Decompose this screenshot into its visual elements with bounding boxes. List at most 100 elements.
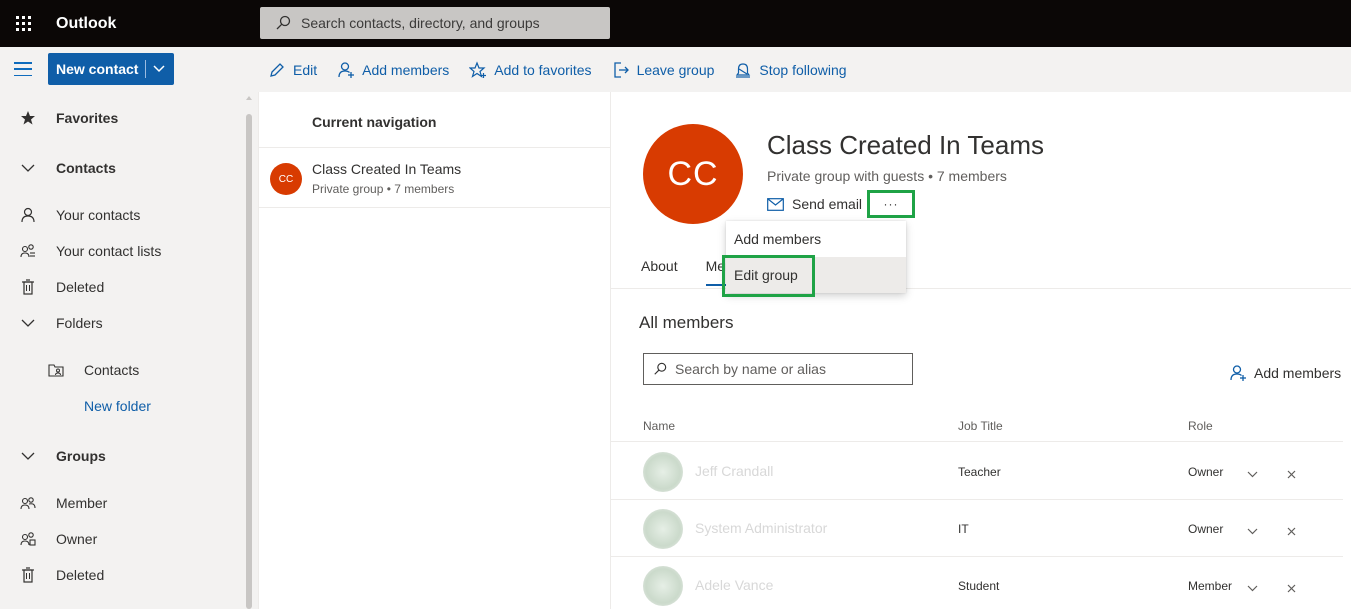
- nav-folders-label: Folders: [56, 315, 103, 331]
- new-folder-link[interactable]: New folder: [84, 398, 151, 414]
- leave-icon: [613, 61, 629, 78]
- group-list-pane: Current navigation CC Class Created In T…: [259, 92, 611, 609]
- group-detail-pane: CC Class Created In Teams Private group …: [611, 92, 1351, 609]
- nav-folder-contacts-label: Contacts: [84, 362, 140, 378]
- member-name: System Administrator: [695, 520, 828, 536]
- nav-member[interactable]: Member: [0, 495, 107, 511]
- edit-button[interactable]: Edit: [268, 61, 317, 79]
- waffle-icon: [16, 16, 31, 31]
- nav-deleted-label: Deleted: [56, 279, 105, 295]
- left-navigation: Favorites Contacts Your contacts Your co…: [0, 92, 259, 609]
- nav-favorites-label: Favorites: [56, 110, 119, 126]
- chevron-down-icon[interactable]: [1247, 522, 1258, 538]
- edit-group-highlight: [722, 255, 815, 297]
- add-to-favorites-button[interactable]: Add to favorites: [469, 60, 592, 79]
- all-members-heading: All members: [639, 313, 734, 332]
- table-row[interactable]: System Administrator IT Owner: [611, 500, 1351, 557]
- star-add-icon: [469, 60, 487, 78]
- close-icon[interactable]: [1287, 523, 1296, 539]
- member-search-input[interactable]: [675, 361, 905, 377]
- search-box[interactable]: [260, 7, 610, 39]
- nav-contacts-label: Contacts: [56, 160, 116, 176]
- column-header-job-title[interactable]: Job Title: [958, 419, 1003, 433]
- command-bar: New contact Edit Add members Add to favo…: [0, 47, 1351, 92]
- table-row[interactable]: Jeff Crandall Teacher Owner: [611, 443, 1351, 500]
- member-job-title: IT: [958, 522, 969, 536]
- new-contact-label: New contact: [56, 61, 139, 77]
- hamburger-menu-icon[interactable]: [14, 62, 32, 76]
- nav-owner-label: Owner: [56, 531, 98, 547]
- nav-your-contact-lists[interactable]: Your contact lists: [0, 243, 161, 259]
- nav-deleted[interactable]: Deleted: [0, 279, 104, 295]
- chevron-down-icon[interactable]: [153, 65, 165, 73]
- people-owner-icon: [20, 532, 36, 546]
- nav-owner[interactable]: Owner: [0, 531, 97, 547]
- nav-folders-group[interactable]: Folders: [0, 315, 103, 331]
- leave-group-label: Leave group: [636, 61, 715, 78]
- group-title: Class Created In Teams: [767, 130, 1044, 160]
- list-item[interactable]: CC Class Created In Teams Private group …: [259, 148, 610, 207]
- chevron-down-icon[interactable]: [1247, 465, 1258, 481]
- person-icon: [21, 207, 35, 223]
- list-header: Current navigation: [312, 114, 437, 130]
- add-members-command-button[interactable]: Add members: [337, 61, 449, 79]
- stop-following-button[interactable]: Stop following: [734, 61, 847, 79]
- add-members-button[interactable]: Add members: [1229, 364, 1341, 382]
- member-role: Member: [1188, 579, 1233, 593]
- tab-about[interactable]: About: [641, 258, 678, 286]
- leave-group-button[interactable]: Leave group: [612, 61, 715, 79]
- search-icon: [276, 15, 291, 30]
- nav-groups-deleted[interactable]: Deleted: [0, 567, 104, 583]
- search-input[interactable]: [301, 15, 591, 31]
- chevron-down-icon: [21, 164, 35, 172]
- new-contact-button[interactable]: New contact: [48, 53, 174, 85]
- more-options-button[interactable]: ···: [867, 190, 915, 218]
- app-title[interactable]: Outlook: [56, 15, 116, 33]
- column-header-name[interactable]: Name: [643, 419, 675, 433]
- nav-groups-label: Groups: [56, 448, 106, 464]
- left-nav-scrollbar[interactable]: [246, 114, 252, 609]
- member-job-title: Teacher: [958, 465, 1001, 479]
- add-person-icon: [338, 61, 355, 78]
- list-item-name: Class Created In Teams: [312, 161, 462, 177]
- send-email-button[interactable]: Send email: [767, 196, 862, 212]
- contact-folder-icon: [48, 364, 64, 377]
- app-launcher-button[interactable]: [0, 0, 47, 47]
- member-name: Jeff Crandall: [695, 463, 774, 479]
- top-bar: Outlook: [0, 0, 1351, 47]
- scroll-up-arrow[interactable]: [246, 96, 252, 100]
- edit-label: Edit: [293, 61, 318, 78]
- trash-icon: [22, 279, 34, 295]
- star-icon: [21, 111, 35, 125]
- column-header-role[interactable]: Role: [1188, 419, 1213, 433]
- trash-icon: [22, 567, 34, 583]
- nav-your-contacts-label: Your contacts: [56, 207, 141, 223]
- nav-member-label: Member: [56, 495, 108, 511]
- member-role: Owner: [1188, 522, 1224, 536]
- add-to-favorites-label: Add to favorites: [494, 61, 592, 78]
- chevron-down-icon: [21, 452, 35, 460]
- nav-your-contacts[interactable]: Your contacts: [0, 207, 140, 223]
- close-icon[interactable]: [1287, 580, 1296, 596]
- people-icon: [20, 497, 36, 510]
- member-search-box[interactable]: [643, 353, 913, 385]
- avatar: CC: [270, 163, 302, 195]
- menu-item-add-members[interactable]: Add members: [726, 221, 906, 257]
- add-person-icon: [1230, 365, 1246, 381]
- nav-groups-group[interactable]: Groups: [0, 448, 106, 464]
- close-icon[interactable]: [1287, 466, 1296, 482]
- avatar: [643, 566, 683, 606]
- nav-contacts-group[interactable]: Contacts: [0, 160, 116, 176]
- people-list-icon: [20, 244, 35, 258]
- member-job-title: Student: [958, 579, 1000, 593]
- group-subtitle: Private group with guests • 7 members: [767, 168, 1007, 184]
- chevron-down-icon: [21, 319, 35, 327]
- table-row[interactable]: Adele Vance Student Member: [611, 557, 1351, 609]
- avatar: [643, 509, 683, 549]
- nav-favorites[interactable]: Favorites: [0, 110, 118, 126]
- stop-following-icon: [736, 62, 751, 78]
- member-role: Owner: [1188, 465, 1224, 479]
- chevron-down-icon[interactable]: [1247, 579, 1258, 595]
- nav-folder-contacts[interactable]: Contacts: [28, 362, 139, 378]
- nav-your-contact-lists-label: Your contact lists: [56, 243, 162, 259]
